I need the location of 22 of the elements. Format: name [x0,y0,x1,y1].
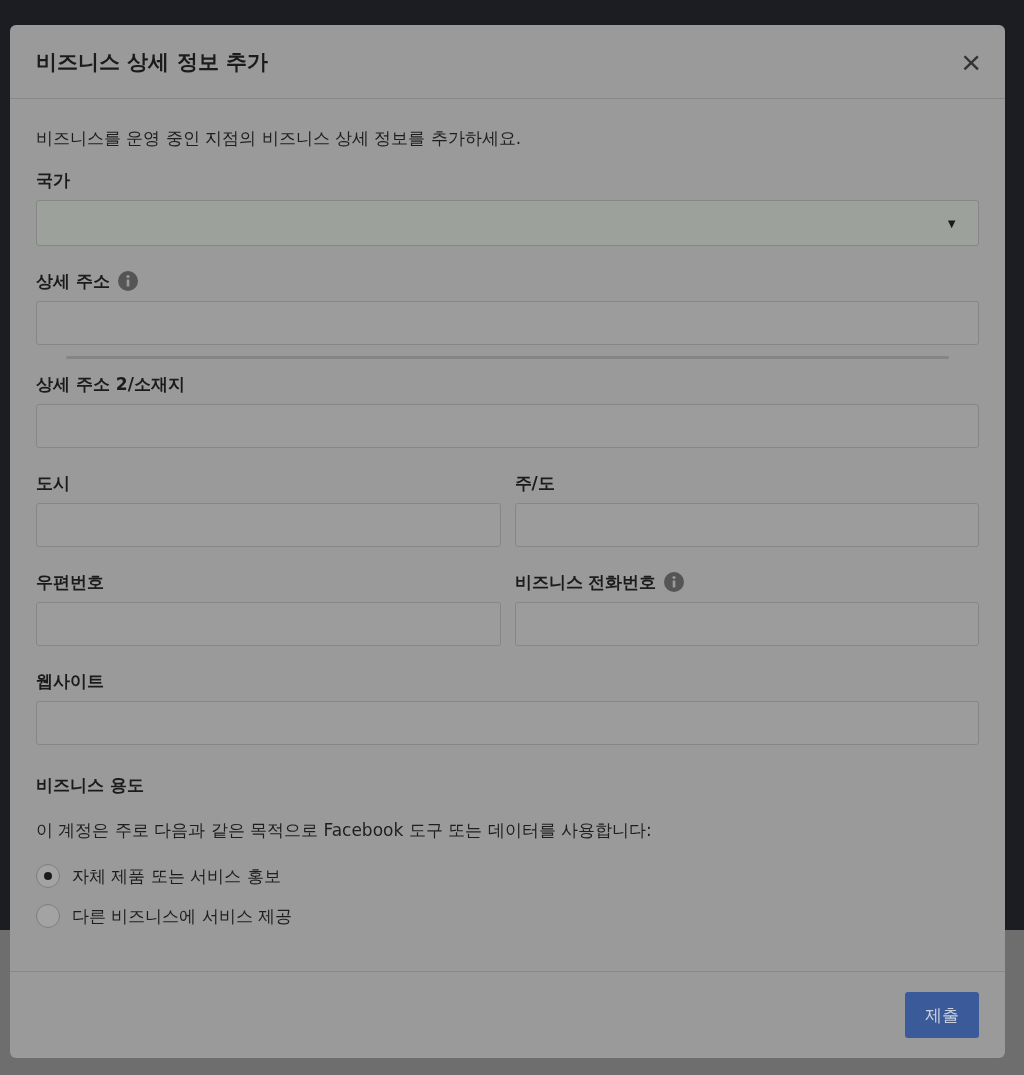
field-label: 도시 [36,471,70,495]
radio-button[interactable] [36,904,60,928]
radio-label: 자체 제품 또는 서비스 홍보 [72,864,281,888]
field-label: 비즈니스 전화번호 [514,570,657,594]
field-label: 국가 [36,168,70,192]
info-icon[interactable] [664,572,685,592]
field-label: 상세 주소 [36,269,110,293]
caret-icon: ▼ [945,215,958,231]
section-label: 비즈니스 용도 [36,774,145,797]
field-label: 우편번호 [36,570,104,594]
radio-label: 다른 비즈니스에 서비스 제공 [72,904,293,928]
field-label: 주/도 [514,471,555,495]
field-label: 상세 주소 2/소재지 [36,372,185,396]
submit-button[interactable]: 제출 [905,992,979,1038]
dialog-title: 비즈니스 상세 정보 추가 [36,48,268,76]
description: 비즈니스를 운영 중인 지점의 비즈니스 상세 정보를 추가하세요. [36,127,523,150]
close-button[interactable]: × [957,44,985,79]
info-icon[interactable] [117,271,138,291]
radio-button[interactable] [36,864,60,888]
country-select[interactable]: ▼ [36,200,979,246]
field-label: 웹사이트 [36,669,104,693]
question-text: 이 계정은 주로 다음과 같은 목적으로 Facebook 도구 또는 데이터를 사용합니다: [36,819,653,842]
